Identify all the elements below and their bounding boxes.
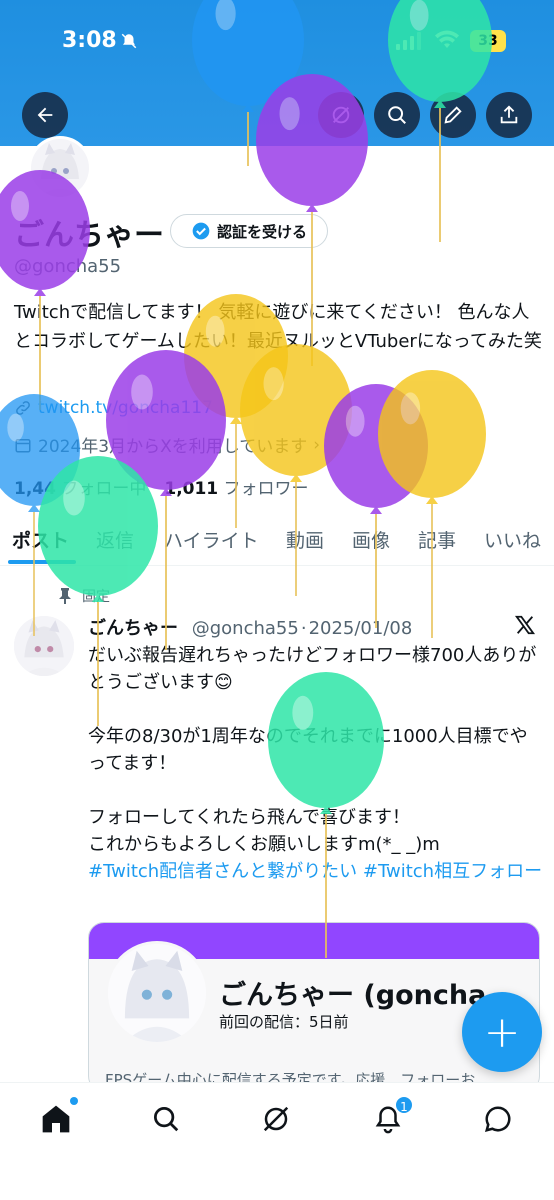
- status-time: 3:08: [62, 28, 117, 53]
- balloon: [0, 170, 90, 410]
- following-label: フォロー中: [61, 479, 147, 499]
- followers-link[interactable]: 1,011 フォロワー: [164, 474, 308, 499]
- back-arrow-icon: [37, 107, 53, 123]
- post-line-2: 今年の8/30が1周年なのでそれまでに1000人目標でやってます！: [88, 726, 528, 774]
- verified-badge-icon: [192, 222, 210, 240]
- profile-avatar[interactable]: [28, 136, 92, 200]
- anime-avatar-image: [14, 616, 74, 676]
- post-date[interactable]: 2025/01/08: [309, 618, 413, 639]
- profile-link-row[interactable]: twitch.tv/goncha117: [14, 398, 213, 418]
- joined-date: 2024年3月からXを利用しています: [38, 437, 308, 457]
- link-icon: [16, 401, 30, 415]
- x-logo-icon[interactable]: [514, 614, 536, 641]
- notification-badge: 1: [394, 1095, 414, 1115]
- pin-icon: [59, 588, 71, 604]
- anime-avatar-image: [31, 139, 89, 197]
- tab-images[interactable]: 画像: [352, 526, 390, 553]
- nav-grok[interactable]: [256, 1099, 296, 1139]
- tab-replies[interactable]: 返信: [96, 526, 134, 553]
- profile-name: ごんちゃー: [14, 218, 164, 253]
- search-icon: [154, 1107, 179, 1132]
- profile-link[interactable]: twitch.tv/goncha117: [38, 398, 213, 418]
- grok-icon: [332, 106, 350, 124]
- card-avatar: [105, 941, 209, 1045]
- get-verified-label: 認証を受ける: [216, 222, 307, 241]
- cellular-signal-icon: [396, 32, 422, 54]
- post-author-handle[interactable]: @goncha55: [192, 618, 299, 639]
- search-icon: [388, 106, 406, 124]
- share-button[interactable]: [486, 92, 532, 138]
- back-button[interactable]: [22, 92, 68, 138]
- nav-search[interactable]: [146, 1099, 186, 1139]
- battery-indicator: 33: [470, 30, 506, 52]
- home-unread-dot: [70, 1097, 78, 1105]
- post-header: ごんちゃー @goncha55 · 2025/01/08: [88, 614, 412, 640]
- follow-stats: 1,44 フォロー中 1,011 フォロワー: [14, 474, 309, 499]
- plus-icon: +: [483, 1006, 521, 1058]
- post-line-4: これからもよろしくお願いしますm(*_ _)m: [88, 834, 440, 855]
- tab-likes[interactable]: いいね: [484, 526, 541, 553]
- following-link[interactable]: 1,44 フォロー中: [14, 474, 146, 499]
- post-hashtags[interactable]: #Twitch配信者さんと繋がりたい #Twitch相互フォロー: [88, 858, 544, 885]
- followers-count: 1,011: [164, 479, 219, 499]
- tab-highlights[interactable]: ハイライト: [164, 526, 259, 553]
- pencil-icon: [444, 106, 462, 124]
- status-bar: 3:08 33: [0, 26, 554, 62]
- followers-label: フォロワー: [223, 479, 309, 499]
- pinned-indicator: 固定: [58, 586, 110, 606]
- nav-home[interactable]: [36, 1099, 76, 1139]
- following-count: 1,44: [14, 479, 56, 499]
- profile-handle: @goncha55: [14, 256, 122, 277]
- tab-articles[interactable]: 記事: [418, 526, 456, 553]
- chevron-right-icon: ›: [313, 434, 321, 455]
- post-date-sep: ·: [300, 618, 307, 639]
- wifi-icon: [434, 30, 460, 54]
- post-text: だいぶ報告遅れちゃったけどフォロワー様700人ありがとうございます😊 今年の8/…: [88, 642, 544, 885]
- tab-posts[interactable]: ポスト: [12, 526, 69, 553]
- post-line-1: だいぶ報告遅れちゃったけどフォロワー様700人ありがとうございます😊: [88, 645, 537, 693]
- calendar-icon: [15, 438, 31, 452]
- balloon: [378, 370, 486, 638]
- grok-icon: [263, 1106, 289, 1132]
- compose-post-button[interactable]: +: [462, 992, 542, 1072]
- share-icon: [500, 105, 518, 124]
- joined-date-row: 2024年3月からXを利用しています ›: [14, 432, 320, 457]
- grok-button[interactable]: [318, 92, 364, 138]
- home-icon: [42, 1105, 70, 1133]
- post-line-3: フォローしてくれたら飛んで喜びます！: [88, 807, 411, 828]
- bottom-navigation: 1: [0, 1082, 554, 1200]
- search-button[interactable]: [374, 92, 420, 138]
- pinned-label: 固定: [82, 589, 110, 605]
- nav-messages[interactable]: [478, 1099, 518, 1139]
- profile-bio: Twitchで配信してます！ 気軽に遊びに来てください！ 色んな人とコラボしてゲ…: [14, 302, 542, 352]
- silent-bell-icon: [120, 32, 138, 54]
- post-author-name[interactable]: ごんちゃー: [88, 618, 178, 639]
- active-tab-indicator: [8, 560, 76, 564]
- profile-tabs: ポスト 返信 ハイライト 動画 画像 記事 いいね: [0, 520, 554, 566]
- chat-bubble-icon: [484, 1106, 511, 1133]
- post-author-avatar[interactable]: [14, 616, 74, 676]
- balloon: [324, 384, 428, 628]
- get-verified-button[interactable]: 認証を受ける: [170, 214, 328, 248]
- anime-avatar-image: [108, 944, 206, 1042]
- card-subtitle: 前回の配信：5日前: [219, 1013, 349, 1031]
- edit-button[interactable]: [430, 92, 476, 138]
- balloon: [106, 350, 226, 650]
- tab-videos[interactable]: 動画: [286, 526, 324, 553]
